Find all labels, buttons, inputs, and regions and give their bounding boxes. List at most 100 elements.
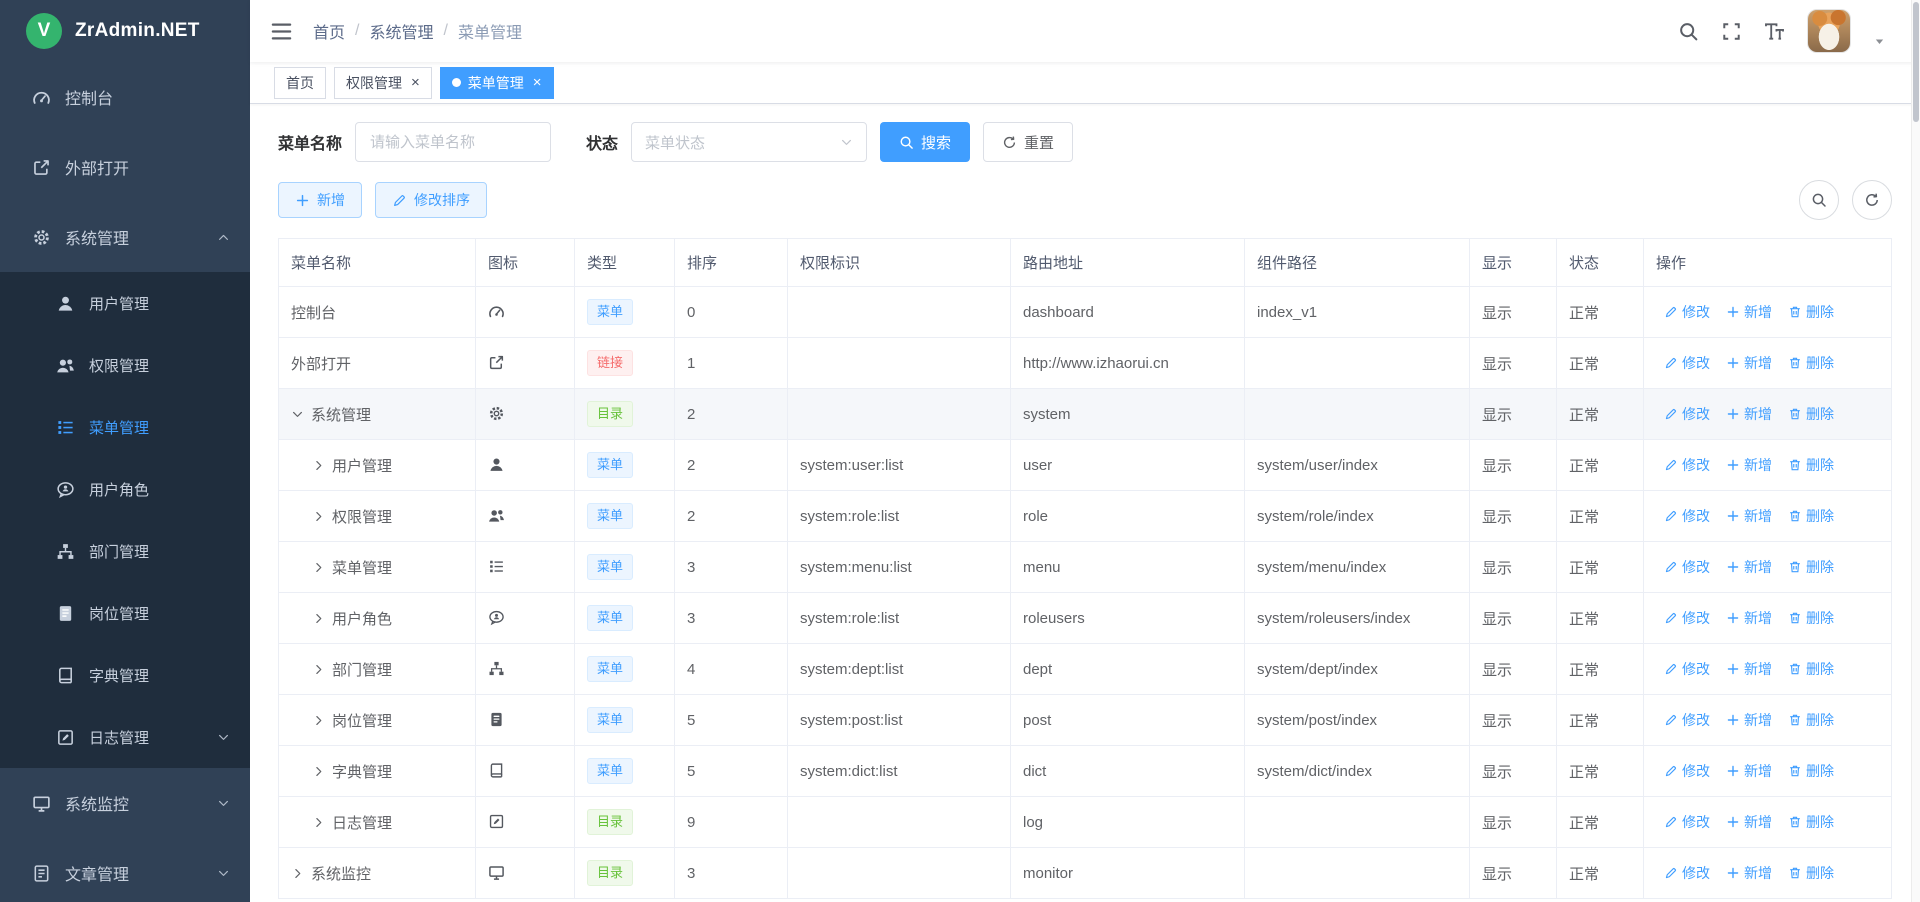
add-link[interactable]: 新增 xyxy=(1726,812,1772,832)
menu-name: 岗位管理 xyxy=(332,713,392,730)
visible-value: 显示 xyxy=(1470,644,1557,695)
avatar[interactable] xyxy=(1807,9,1851,53)
reset-button[interactable]: 重置 xyxy=(983,122,1073,162)
edit-link[interactable]: 修改 xyxy=(1664,455,1710,475)
collapse-row-icon[interactable] xyxy=(291,408,304,421)
add-link[interactable]: 新增 xyxy=(1726,353,1772,373)
expand-row-icon[interactable] xyxy=(312,816,325,829)
close-icon[interactable]: × xyxy=(533,75,542,90)
page-scrollbar[interactable] xyxy=(1911,0,1920,902)
plus-icon xyxy=(1726,305,1740,319)
delete-link[interactable]: 删除 xyxy=(1788,302,1834,322)
app-title: ZrAdmin.NET xyxy=(75,20,200,42)
edit-link[interactable]: 修改 xyxy=(1664,761,1710,781)
add-link[interactable]: 新增 xyxy=(1726,710,1772,730)
edit-link[interactable]: 修改 xyxy=(1664,710,1710,730)
sidebar-item[interactable]: 系统管理 xyxy=(0,202,250,272)
delete-link[interactable]: 删除 xyxy=(1788,353,1834,373)
expand-row-icon[interactable] xyxy=(312,663,325,676)
hamburger-icon[interactable] xyxy=(270,20,293,43)
edit-link[interactable]: 修改 xyxy=(1664,353,1710,373)
sidebar-item[interactable]: 字典管理 xyxy=(0,644,250,706)
font-size-icon[interactable] xyxy=(1764,21,1785,42)
icon-cell xyxy=(476,593,575,644)
tags-view-tab[interactable]: 首页 xyxy=(274,67,326,99)
component-value: system/dept/index xyxy=(1245,644,1470,695)
delete-link[interactable]: 删除 xyxy=(1788,455,1834,475)
sidebar-item[interactable]: 用户管理 xyxy=(0,272,250,334)
search-button[interactable]: 搜索 xyxy=(880,122,970,162)
app-logo[interactable]: V ZrAdmin.NET xyxy=(0,0,250,62)
sidebar-item[interactable]: 菜单管理 xyxy=(0,396,250,458)
add-link[interactable]: 新增 xyxy=(1726,455,1772,475)
edit-link[interactable]: 修改 xyxy=(1664,659,1710,679)
tags-view-tab[interactable]: 菜单管理× xyxy=(440,67,554,99)
add-link[interactable]: 新增 xyxy=(1726,863,1772,883)
delete-link[interactable]: 删除 xyxy=(1788,557,1834,577)
type-tag: 菜单 xyxy=(587,605,633,631)
expand-row-icon[interactable] xyxy=(312,510,325,523)
breadcrumb-item[interactable]: 系统管理 xyxy=(369,19,433,43)
sidebar-item[interactable]: 文章管理 xyxy=(0,838,250,902)
edit-sort-button[interactable]: 修改排序 xyxy=(375,182,487,218)
add-link[interactable]: 新增 xyxy=(1726,659,1772,679)
close-icon[interactable]: × xyxy=(411,75,420,90)
visible-value: 显示 xyxy=(1470,491,1557,542)
breadcrumb-separator: / xyxy=(443,22,447,40)
menu-name-input[interactable] xyxy=(355,122,551,162)
delete-link[interactable]: 删除 xyxy=(1788,710,1834,730)
navbar-actions xyxy=(1678,9,1886,53)
sidebar-item[interactable]: 日志管理 xyxy=(0,706,250,768)
edit-link[interactable]: 修改 xyxy=(1664,302,1710,322)
expand-row-icon[interactable] xyxy=(312,714,325,727)
table-row: 系统管理目录2system显示正常修改新增删除 xyxy=(279,389,1892,440)
sort-value: 2 xyxy=(675,491,788,542)
status-select[interactable]: 菜单状态 xyxy=(631,122,867,162)
expand-row-icon[interactable] xyxy=(291,867,304,880)
add-button[interactable]: 新增 xyxy=(278,182,362,218)
breadcrumb-item[interactable]: 首页 xyxy=(313,19,345,43)
toggle-search-button[interactable] xyxy=(1799,180,1839,220)
tags-view-tab[interactable]: 权限管理× xyxy=(334,67,432,99)
edit-link[interactable]: 修改 xyxy=(1664,608,1710,628)
sidebar-item[interactable]: 外部打开 xyxy=(0,132,250,202)
sidebar-item[interactable]: 权限管理 xyxy=(0,334,250,396)
expand-row-icon[interactable] xyxy=(312,612,325,625)
edit-link[interactable]: 修改 xyxy=(1664,557,1710,577)
sidebar-item[interactable]: 系统监控 xyxy=(0,768,250,838)
plus-icon xyxy=(1726,407,1740,421)
scrollbar-thumb[interactable] xyxy=(1913,2,1919,122)
edit-link[interactable]: 修改 xyxy=(1664,812,1710,832)
edit-link[interactable]: 修改 xyxy=(1664,404,1710,424)
list-icon xyxy=(488,558,505,575)
delete-link[interactable]: 删除 xyxy=(1788,659,1834,679)
sidebar-item[interactable]: 用户角色 xyxy=(0,458,250,520)
refresh-table-button[interactable] xyxy=(1852,180,1892,220)
sidebar-item[interactable]: 岗位管理 xyxy=(0,582,250,644)
delete-link[interactable]: 删除 xyxy=(1788,812,1834,832)
expand-row-icon[interactable] xyxy=(312,561,325,574)
delete-link[interactable]: 删除 xyxy=(1788,608,1834,628)
fullscreen-icon[interactable] xyxy=(1721,21,1742,42)
add-link[interactable]: 新增 xyxy=(1726,557,1772,577)
delete-link[interactable]: 删除 xyxy=(1788,506,1834,526)
search-icon[interactable] xyxy=(1678,21,1699,42)
add-link[interactable]: 新增 xyxy=(1726,404,1772,424)
sidebar: V ZrAdmin.NET 控制台外部打开系统管理用户管理权限管理菜单管理用户角… xyxy=(0,0,250,902)
delete-link[interactable]: 删除 xyxy=(1788,404,1834,424)
add-link[interactable]: 新增 xyxy=(1726,506,1772,526)
caret-down-icon[interactable] xyxy=(1873,35,1886,48)
edit-link[interactable]: 修改 xyxy=(1664,506,1710,526)
add-link[interactable]: 新增 xyxy=(1726,761,1772,781)
delete-link[interactable]: 删除 xyxy=(1788,761,1834,781)
log-icon xyxy=(56,728,75,747)
sidebar-item[interactable]: 部门管理 xyxy=(0,520,250,582)
trash-icon xyxy=(1788,713,1802,727)
sidebar-item[interactable]: 控制台 xyxy=(0,62,250,132)
add-link[interactable]: 新增 xyxy=(1726,302,1772,322)
add-link[interactable]: 新增 xyxy=(1726,608,1772,628)
expand-row-icon[interactable] xyxy=(312,765,325,778)
delete-link[interactable]: 删除 xyxy=(1788,863,1834,883)
edit-link[interactable]: 修改 xyxy=(1664,863,1710,883)
expand-row-icon[interactable] xyxy=(312,459,325,472)
